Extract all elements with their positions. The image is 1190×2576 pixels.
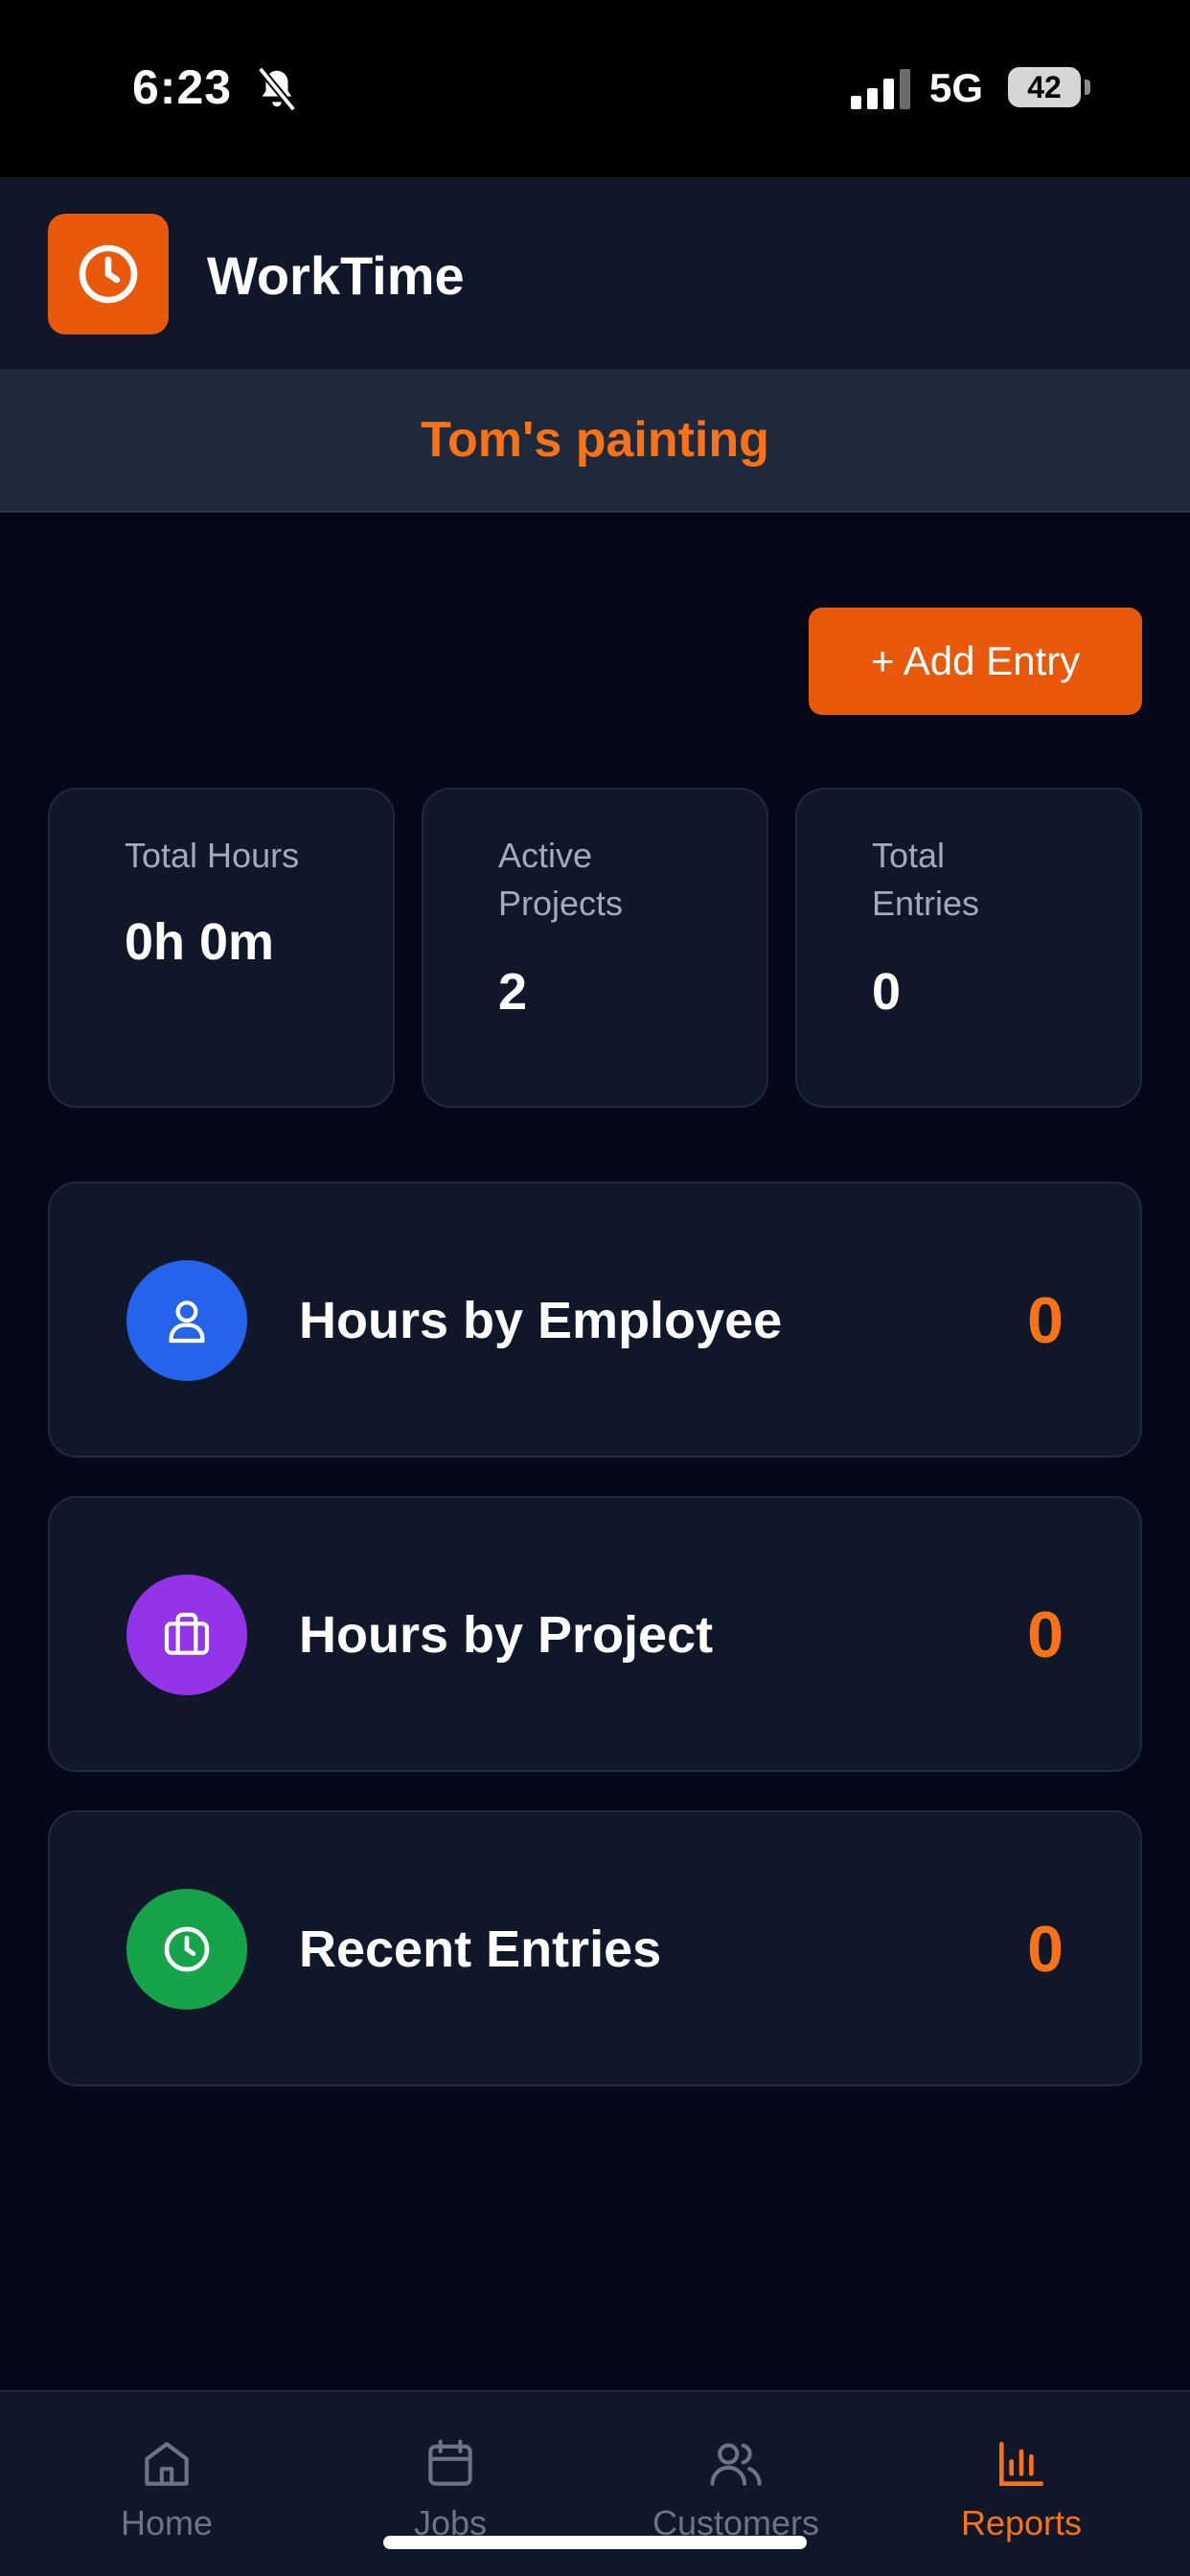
bar-chart-icon xyxy=(999,2442,1043,2486)
report-label: Recent Entries xyxy=(299,1920,662,1978)
bell-muted-icon xyxy=(257,66,297,112)
stat-label: Active Projects xyxy=(498,836,624,923)
report-card-hours-by-employee[interactable]: Hours by Employee 0 xyxy=(48,1182,1142,1458)
stat-label: Total Hours xyxy=(125,836,300,875)
clock-icon xyxy=(79,244,138,304)
tab-label: Home xyxy=(120,2503,214,2542)
home-icon xyxy=(145,2442,189,2486)
network-type: 5G xyxy=(929,65,984,110)
stat-value: 0 xyxy=(872,963,902,1021)
report-card-recent-entries[interactable]: Recent Entries 0 xyxy=(48,1810,1142,2086)
report-icon-badge xyxy=(126,1575,247,1695)
app-logo xyxy=(48,214,169,334)
status-bar: 6:23 5G 42 xyxy=(0,0,1190,177)
report-count: 0 xyxy=(1027,1598,1064,1671)
tab-home[interactable]: Home xyxy=(23,2392,310,2576)
stat-card-total-entries: Total Entries 0 xyxy=(795,788,1142,1108)
stat-card-active-projects: Active Projects 2 xyxy=(422,788,768,1108)
app-title: WorkTime xyxy=(207,245,465,306)
status-time: 6:23 xyxy=(132,60,233,114)
add-entry-button[interactable]: + Add Entry xyxy=(809,608,1142,715)
report-icon-badge xyxy=(126,1260,247,1381)
user-icon xyxy=(169,1300,205,1344)
business-name: Tom's painting xyxy=(421,412,769,468)
clock-icon xyxy=(164,1926,210,1972)
business-banner: Tom's painting xyxy=(0,369,1190,513)
report-count: 0 xyxy=(1027,1284,1064,1357)
cellular-signal-icon xyxy=(851,69,910,109)
calendar-icon xyxy=(428,2439,472,2486)
tab-label: Reports xyxy=(960,2503,1083,2542)
app-screen: 6:23 5G 42 WorkTime Tom's painting + Add… xyxy=(0,0,1190,2576)
home-indicator[interactable] xyxy=(383,2536,807,2549)
stat-label: Total Entries xyxy=(872,836,980,923)
stat-card-total-hours: Total Hours 0h 0m xyxy=(48,788,395,1108)
battery-nub xyxy=(1085,80,1090,95)
users-icon xyxy=(710,2443,762,2486)
report-label: Hours by Project xyxy=(299,1606,714,1664)
report-card-hours-by-project[interactable]: Hours by Project 0 xyxy=(48,1496,1142,1772)
stat-value: 0h 0m xyxy=(125,913,275,971)
stat-value: 2 xyxy=(498,963,528,1021)
report-icon-badge xyxy=(126,1889,247,2010)
report-count: 0 xyxy=(1027,1913,1064,1986)
briefcase-icon xyxy=(164,1612,210,1655)
battery-indicator: 42 xyxy=(1008,67,1081,107)
report-label: Hours by Employee xyxy=(299,1292,783,1349)
tab-reports[interactable]: Reports xyxy=(878,2392,1165,2576)
app-header: WorkTime xyxy=(0,177,1190,369)
